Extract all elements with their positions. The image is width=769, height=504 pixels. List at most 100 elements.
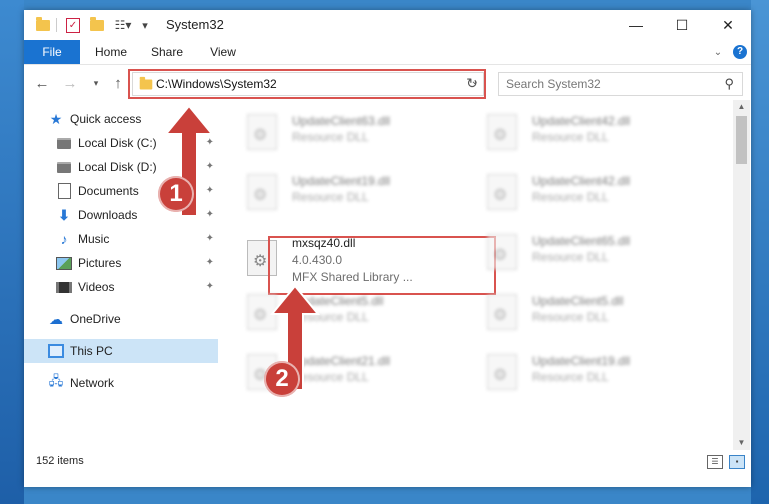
scroll-up-icon[interactable]: ▲ [733, 100, 750, 114]
scrollbar-thumb[interactable] [736, 116, 747, 164]
file-type: Resource DLL [292, 130, 369, 144]
file-item[interactable]: UpdateClient65.dll Resource DLL [482, 226, 717, 280]
dll-file-icon [487, 234, 517, 270]
properties-icon[interactable]: ✓ [64, 16, 82, 34]
desktop-background-right [751, 0, 769, 504]
pictures-icon [56, 255, 72, 271]
tiles-view-icon[interactable]: ▪ [729, 455, 745, 469]
step-2-badge: 2 [264, 361, 300, 397]
pin-icon[interactable]: ✦ [206, 281, 214, 292]
search-icon[interactable]: ⚲ [724, 76, 734, 92]
sidebar-item-label: Network [70, 376, 115, 390]
onedrive-icon: ☁ [49, 310, 63, 327]
sidebar-item-onedrive[interactable]: ☁ OneDrive [24, 307, 218, 331]
file-item[interactable]: UpdateClient5.dll Resource DLL [482, 286, 717, 340]
explorer-window: ✓ ☷▾ ▾ System32 — ☐ ✕ File Home Share Vi… [24, 10, 751, 487]
tab-home[interactable]: Home [86, 40, 136, 64]
file-name: mxsqz40.dll [292, 236, 356, 250]
file-item[interactable]: UpdateClient42.dll Resource DLL [482, 166, 717, 220]
back-arrow-icon[interactable]: ← [32, 73, 52, 93]
window-title: System32 [166, 17, 224, 32]
sidebar-item-label: This PC [70, 344, 113, 358]
dll-file-icon [247, 114, 277, 150]
search-placeholder: Search System32 [506, 77, 601, 91]
file-item-mxsqz40[interactable]: mxsqz40.dll 4.0.430.0 MFX Shared Library… [242, 232, 477, 286]
sidebar-item-label: Videos [78, 280, 115, 294]
minimize-button[interactable]: — [613, 10, 659, 40]
file-name: UpdateClient42.dll [532, 114, 631, 128]
vertical-scrollbar[interactable]: ▲ ▼ [733, 100, 750, 450]
file-item[interactable]: UpdateClient42.dll Resource DLL [482, 106, 717, 160]
sidebar-item-label: Pictures [78, 256, 122, 270]
dll-file-icon [247, 240, 277, 276]
expand-ribbon-icon[interactable]: ⌄ [710, 44, 726, 60]
sidebar-item-label: Local Disk (D:) [78, 160, 157, 174]
sidebar-item-pictures[interactable]: Pictures ✦ [24, 251, 218, 275]
sidebar-item-label: Local Disk (C:) [78, 136, 157, 150]
sidebar-item-label: Documents [78, 184, 139, 198]
star-icon: ★ [49, 110, 63, 127]
sidebar-item-network[interactable]: 🖧 Network [24, 371, 218, 395]
sidebar-item-music[interactable]: ♪ Music ✦ [24, 227, 218, 251]
file-type: Resource DLL [532, 250, 609, 264]
file-name: UpdateClient5.dll [532, 294, 624, 308]
file-item[interactable]: UpdateClient19.dll Resource DLL [482, 346, 717, 400]
up-arrow-icon[interactable]: ↑ [108, 73, 128, 93]
file-type: Resource DLL [292, 190, 369, 204]
ribbon-tabs: File Home Share View ⌄ ? [24, 40, 751, 64]
file-name: UpdateClient65.dll [532, 234, 631, 248]
dll-file-icon [247, 174, 277, 210]
downloads-icon: ⬇ [58, 206, 70, 223]
tab-share[interactable]: Share [142, 40, 192, 64]
sidebar-item-videos[interactable]: Videos ✦ [24, 275, 218, 299]
scroll-down-icon[interactable]: ▼ [733, 436, 750, 450]
sidebar-item-this-pc[interactable]: This PC [24, 339, 218, 363]
pin-icon[interactable]: ✦ [206, 257, 214, 268]
folder-icon [139, 76, 153, 90]
forward-arrow-icon[interactable]: → [60, 73, 80, 93]
file-version: 4.0.430.0 [292, 253, 343, 267]
file-type: Resource DLL [532, 190, 609, 204]
file-name: UpdateClient19.dll [292, 174, 391, 188]
file-name: UpdateClient63.dll [292, 114, 391, 128]
videos-icon [56, 279, 72, 295]
file-item[interactable]: UpdateClient63.dll Resource DLL [242, 106, 477, 160]
address-path: C:\Windows\System32 [156, 77, 277, 91]
divider [56, 18, 57, 32]
search-input[interactable]: Search System32 ⚲ [498, 72, 743, 96]
step-1-badge: 1 [158, 176, 194, 212]
file-name: UpdateClient42.dll [532, 174, 631, 188]
sidebar-item-label: Music [78, 232, 110, 246]
refresh-icon[interactable]: ↻ [462, 73, 482, 93]
customize-toolbar-icon[interactable]: ☷▾ [110, 16, 136, 34]
pin-icon[interactable]: ✦ [206, 233, 214, 244]
sidebar-item-label: Quick access [70, 112, 142, 126]
file-type: MFX Shared Library ... [292, 270, 413, 284]
sidebar-item-label: OneDrive [70, 312, 121, 326]
details-view-icon[interactable]: ☰ [707, 455, 723, 469]
dll-file-icon [487, 354, 517, 390]
file-type: Resource DLL [532, 130, 609, 144]
new-folder-icon[interactable] [88, 16, 106, 34]
title-bar: ✓ ☷▾ ▾ System32 — ☐ ✕ [24, 10, 751, 40]
network-icon: 🖧 [48, 373, 64, 388]
file-item[interactable]: UpdateClient19.dll Resource DLL [242, 166, 477, 220]
tab-file[interactable]: File [24, 40, 80, 64]
file-list: UpdateClient63.dll Resource DLL UpdateCl… [218, 100, 732, 450]
maximize-button[interactable]: ☐ [659, 10, 705, 40]
dll-file-icon [487, 114, 517, 150]
item-count: 152 items [36, 455, 84, 467]
dll-file-icon [487, 174, 517, 210]
dll-file-icon [487, 294, 517, 330]
drive-icon [56, 135, 72, 151]
folder-icon [34, 16, 52, 34]
file-type: Resource DLL [532, 370, 609, 384]
this-pc-icon [48, 343, 64, 359]
quick-access-dropdown-icon[interactable]: ▾ [138, 16, 152, 34]
tab-view[interactable]: View [200, 40, 246, 64]
address-bar[interactable]: C:\Windows\System32 ⌄ [132, 72, 484, 96]
recent-locations-icon[interactable]: ▾ [86, 73, 106, 93]
help-icon[interactable]: ? [732, 44, 748, 60]
navigation-bar: ← → ▾ ↑ C:\Windows\System32 ⌄ ↻ Search S… [24, 64, 751, 101]
close-button[interactable]: ✕ [705, 10, 751, 40]
